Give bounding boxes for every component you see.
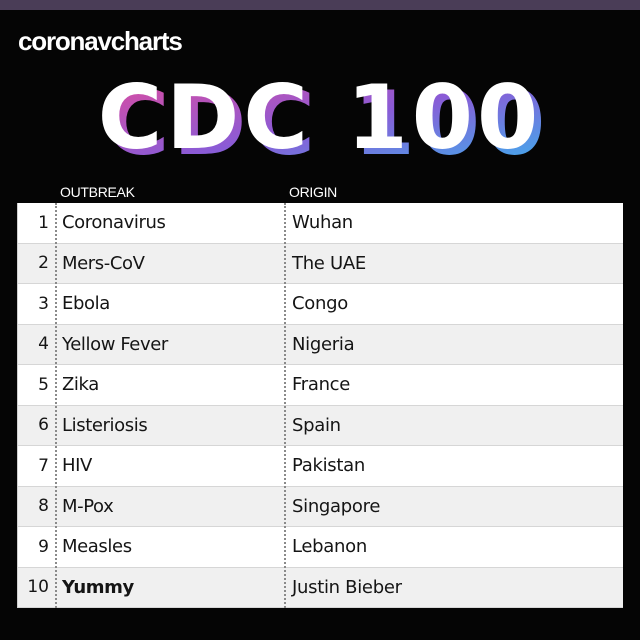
table-row: 1 Coronavirus Wuhan — [18, 203, 623, 244]
outbreak-cell: Coronavirus — [62, 212, 166, 234]
outbreak-column-header: OUTBREAK — [60, 184, 135, 200]
table-row: 3 Ebola Congo — [18, 284, 623, 325]
origin-cell: Lebanon — [292, 536, 367, 558]
table-row: 7 HIV Pakistan — [18, 446, 623, 487]
outbreak-cell: Measles — [62, 536, 132, 558]
rank-cell: 8 — [38, 496, 49, 517]
origin-cell: Justin Bieber — [292, 576, 402, 598]
rank-cell: 3 — [38, 293, 49, 314]
rank-cell: 10 — [27, 577, 49, 598]
table-row: 2 Mers-CoV The UAE — [18, 243, 623, 284]
origin-cell: Congo — [292, 293, 348, 315]
origin-cell: The UAE — [292, 252, 366, 274]
logo-text: CDC 100 — [98, 70, 543, 169]
brand-name: coronavcharts — [18, 26, 183, 56]
outbreak-cell: M-Pox — [62, 495, 114, 517]
table-row: 5 Zika France — [18, 365, 623, 406]
outbreak-cell: Mers-CoV — [62, 252, 145, 274]
origin-cell: Wuhan — [292, 212, 353, 234]
rank-cell: 2 — [38, 253, 49, 274]
table-row: 6 Listeriosis Spain — [18, 405, 623, 446]
origin-column-header: ORIGIN — [289, 184, 337, 200]
rank-cell: 5 — [38, 374, 49, 395]
table-row: 8 M-Pox Singapore — [18, 486, 623, 527]
top-bar — [0, 0, 640, 10]
origin-cell: Pakistan — [292, 455, 365, 477]
outbreak-cell: Zika — [62, 374, 99, 396]
origin-cell: Singapore — [292, 495, 381, 517]
outbreak-cell: Yellow Fever — [62, 333, 168, 355]
table-row: 4 Yellow Fever Nigeria — [18, 324, 623, 365]
rank-cell: 4 — [38, 334, 49, 355]
origin-cell: France — [292, 374, 351, 396]
origin-cell: Nigeria — [292, 333, 355, 355]
outbreak-cell: Listeriosis — [62, 414, 148, 436]
table-row: 9 Measles Lebanon — [18, 527, 623, 568]
rank-cell: 1 — [38, 212, 49, 233]
column-divider — [284, 203, 286, 608]
outbreak-cell: Ebola — [62, 293, 110, 315]
chart-table: 1 Coronavirus Wuhan 2 Mers-CoV The UAE 3… — [17, 203, 623, 608]
rank-divider — [55, 203, 57, 608]
origin-cell: Spain — [292, 414, 341, 436]
outbreak-cell: Yummy — [62, 576, 134, 598]
rank-cell: 7 — [38, 455, 49, 476]
rank-cell: 6 — [38, 415, 49, 436]
cdc-100-logo: CDC 100 CDC 100 — [0, 70, 640, 170]
outbreak-cell: HIV — [62, 455, 92, 477]
table-row: 10 Yummy Justin Bieber — [18, 567, 623, 608]
rank-cell: 9 — [38, 536, 49, 557]
